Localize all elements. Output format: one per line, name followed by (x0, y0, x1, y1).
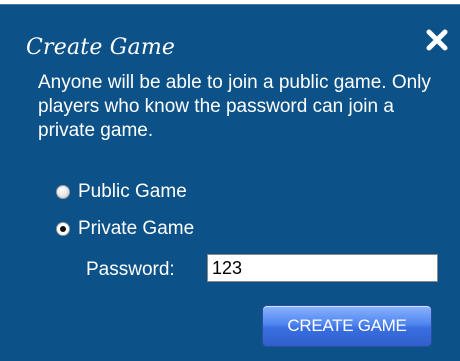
public-game-option[interactable]: Public Game (56, 180, 187, 204)
private-game-radio[interactable] (56, 222, 70, 236)
public-game-radio[interactable] (56, 185, 70, 199)
private-game-label: Private Game (78, 218, 195, 239)
password-input[interactable] (207, 254, 438, 282)
create-game-button[interactable]: CREATE GAME (262, 305, 432, 347)
dialog-description: Anyone will be able to join a public gam… (38, 72, 431, 141)
password-label: Password: (86, 259, 175, 280)
dialog-title: Create Game (26, 35, 176, 60)
close-button[interactable] (422, 25, 452, 55)
private-game-option[interactable]: Private Game (56, 217, 194, 241)
close-x-icon (426, 29, 448, 51)
create-game-dialog: Create Game Anyone will be able to join … (0, 4, 460, 361)
public-game-label: Public Game (78, 181, 187, 202)
